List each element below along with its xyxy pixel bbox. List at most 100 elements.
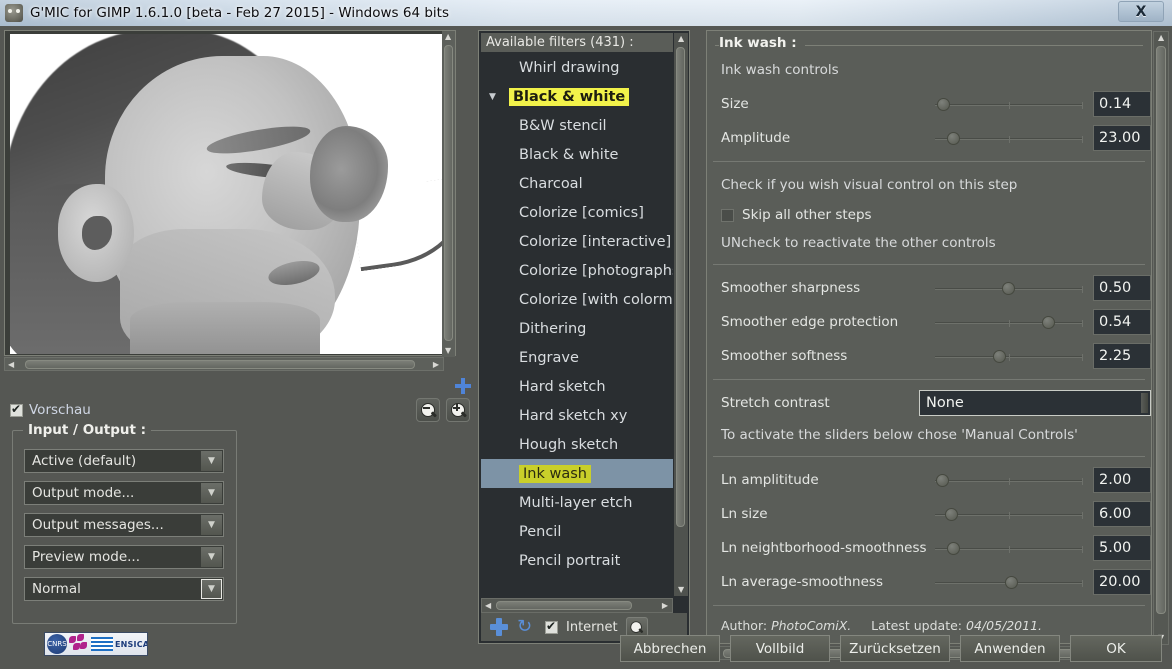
ln-size-value[interactable]: 6.00 [1093,501,1151,527]
fullscreen-button[interactable]: Vollbild [730,635,830,662]
scroll-up-icon[interactable]: ▲ [678,35,684,43]
slider-handle[interactable] [947,542,960,555]
filter-item[interactable]: Multi-layer etch [481,488,673,517]
search-filters-button[interactable] [625,617,648,637]
window-titlebar[interactable]: G'MIC for GIMP 1.6.1.0 [beta - Feb 27 20… [0,0,1172,26]
preview-checkbox[interactable] [10,402,23,417]
filter-item[interactable]: Black & white [481,140,673,169]
ln-amplititude-value[interactable]: 2.00 [1093,467,1151,493]
smoother-softness-value[interactable]: 2.25 [1093,343,1151,369]
preview-vertical-scrollbar[interactable]: ▲ ▼ [442,31,455,357]
preview-frame[interactable]: ▲ ▼ [4,30,456,357]
filter-item[interactable]: Pencil [481,517,673,546]
chevron-down-icon[interactable]: ▼ [201,451,222,471]
scroll-right-icon[interactable]: ▶ [433,361,439,369]
add-filter-icon[interactable] [489,617,509,637]
preview-image[interactable] [10,34,451,354]
amplitude-value[interactable]: 23.00 [1093,125,1151,151]
slider-handle[interactable] [1002,282,1015,295]
skip-steps-row[interactable]: Skip all other steps [707,202,1151,228]
ln-neighborhood-smoothness-slider[interactable] [935,542,1083,556]
smoother-softness-slider[interactable] [935,350,1083,364]
amplitude-slider[interactable] [935,132,1083,146]
preview-checkbox-row[interactable]: Vorschau [10,402,91,418]
combo-grip-icon[interactable] [1141,393,1148,413]
chevron-down-icon[interactable]: ▼ [489,92,496,102]
smoother-edge-protection-value[interactable]: 0.54 [1093,309,1151,335]
output-mode-combo[interactable]: Output mode... ▼ [24,481,224,505]
cancel-button[interactable]: Abbrechen [620,635,720,662]
filters-vertical-scrollbar[interactable]: ▲ ▼ [674,33,688,596]
scroll-thumb[interactable] [25,360,415,369]
chevron-down-icon[interactable]: ▼ [201,515,222,535]
filter-item[interactable]: Colorize [comics] [481,198,673,227]
ln-size-slider[interactable] [935,508,1083,522]
skip-all-other-steps-checkbox[interactable] [721,208,734,222]
internet-checkbox[interactable] [545,619,558,634]
filter-item[interactable]: B&W stencil [481,111,673,140]
filter-item[interactable]: Pencil portrait [481,546,673,575]
ln-average-smoothness-slider[interactable] [935,576,1083,590]
scroll-left-icon[interactable]: ◀ [485,602,491,610]
refresh-icon[interactable]: ↻ [517,617,537,637]
scroll-thumb[interactable] [676,47,685,527]
slider-handle[interactable] [1005,576,1018,589]
filter-item[interactable]: Colorize [with colormap] [481,285,673,314]
preview-mode-combo[interactable]: Preview mode... ▼ [24,545,224,569]
filter-category-black-and-white[interactable]: ▼ Black & white [481,82,673,111]
slider-handle[interactable] [1042,316,1055,329]
filter-item[interactable]: Hough sketch [481,430,673,459]
filters-list[interactable]: Whirl drawing ▼ Black & white B&W stenci… [481,53,673,596]
ln-average-smoothness-value[interactable]: 20.00 [1093,569,1151,595]
filter-item[interactable]: Charcoal [481,169,673,198]
filter-item[interactable]: Hard sketch xy [481,401,673,430]
params-vertical-scrollbar[interactable]: ▲ ▼ [1153,31,1169,645]
smoother-edge-protection-slider[interactable] [935,316,1083,330]
preview-horizontal-scrollbar[interactable]: ◀ ▶ [4,357,444,371]
filter-item[interactable]: Dithering [481,314,673,343]
zoom-out-button[interactable] [416,398,440,422]
preview-size-combo[interactable]: Normal ▼ [24,577,224,601]
size-value[interactable]: 0.14 [1093,91,1151,117]
move-icon[interactable] [455,378,471,394]
reset-button[interactable]: Zurücksetzen [840,635,950,662]
apply-button[interactable]: Anwenden [960,635,1060,662]
scroll-down-icon[interactable]: ▼ [445,347,451,355]
input-layers-combo[interactable]: Active (default) ▼ [24,449,224,473]
ln-amplititude-slider[interactable] [935,474,1083,488]
filter-item[interactable]: Colorize [photographs] [481,256,673,285]
filter-item[interactable]: Hard sketch [481,372,673,401]
smoother-sharpness-slider[interactable] [935,282,1083,296]
output-messages-combo[interactable]: Output messages... ▼ [24,513,224,537]
scroll-up-icon[interactable]: ▲ [1158,34,1164,42]
scroll-down-icon[interactable]: ▼ [678,586,684,594]
chevron-down-icon[interactable]: ▼ [201,483,222,503]
filters-horizontal-scrollbar[interactable]: ◀ ▶ [481,598,673,613]
size-slider[interactable] [935,98,1083,112]
ok-button-wrapper[interactable]: OK [1070,635,1162,662]
filter-item[interactable]: Engrave [481,343,673,372]
slider-handle[interactable] [945,508,958,521]
smoother-sharpness-value[interactable]: 0.50 [1093,275,1151,301]
stretch-contrast-combo[interactable]: None [919,390,1151,416]
slider-handle[interactable] [936,474,949,487]
filter-item[interactable]: Colorize [interactive] [481,227,673,256]
slider-handle[interactable] [937,98,950,111]
ok-button[interactable]: OK [1087,637,1145,660]
zoom-in-button[interactable] [446,398,470,422]
scroll-thumb[interactable] [1156,46,1166,614]
filter-item-ink-wash[interactable]: Ink wash [481,459,673,488]
slider-handle[interactable] [947,132,960,145]
chevron-down-icon[interactable]: ▼ [201,547,222,567]
close-icon[interactable]: X [1118,1,1164,22]
filter-item[interactable]: Whirl drawing [481,53,673,82]
scroll-thumb[interactable] [444,45,453,341]
scroll-up-icon[interactable]: ▲ [445,33,451,41]
amplitude-row: Amplitude 23.00 [707,121,1151,155]
scroll-right-icon[interactable]: ▶ [662,602,668,610]
scroll-thumb[interactable] [496,601,632,610]
ln-neighborhood-smoothness-value[interactable]: 5.00 [1093,535,1151,561]
chevron-down-icon[interactable]: ▼ [201,579,222,599]
slider-handle[interactable] [993,350,1006,363]
scroll-left-icon[interactable]: ◀ [8,361,14,369]
